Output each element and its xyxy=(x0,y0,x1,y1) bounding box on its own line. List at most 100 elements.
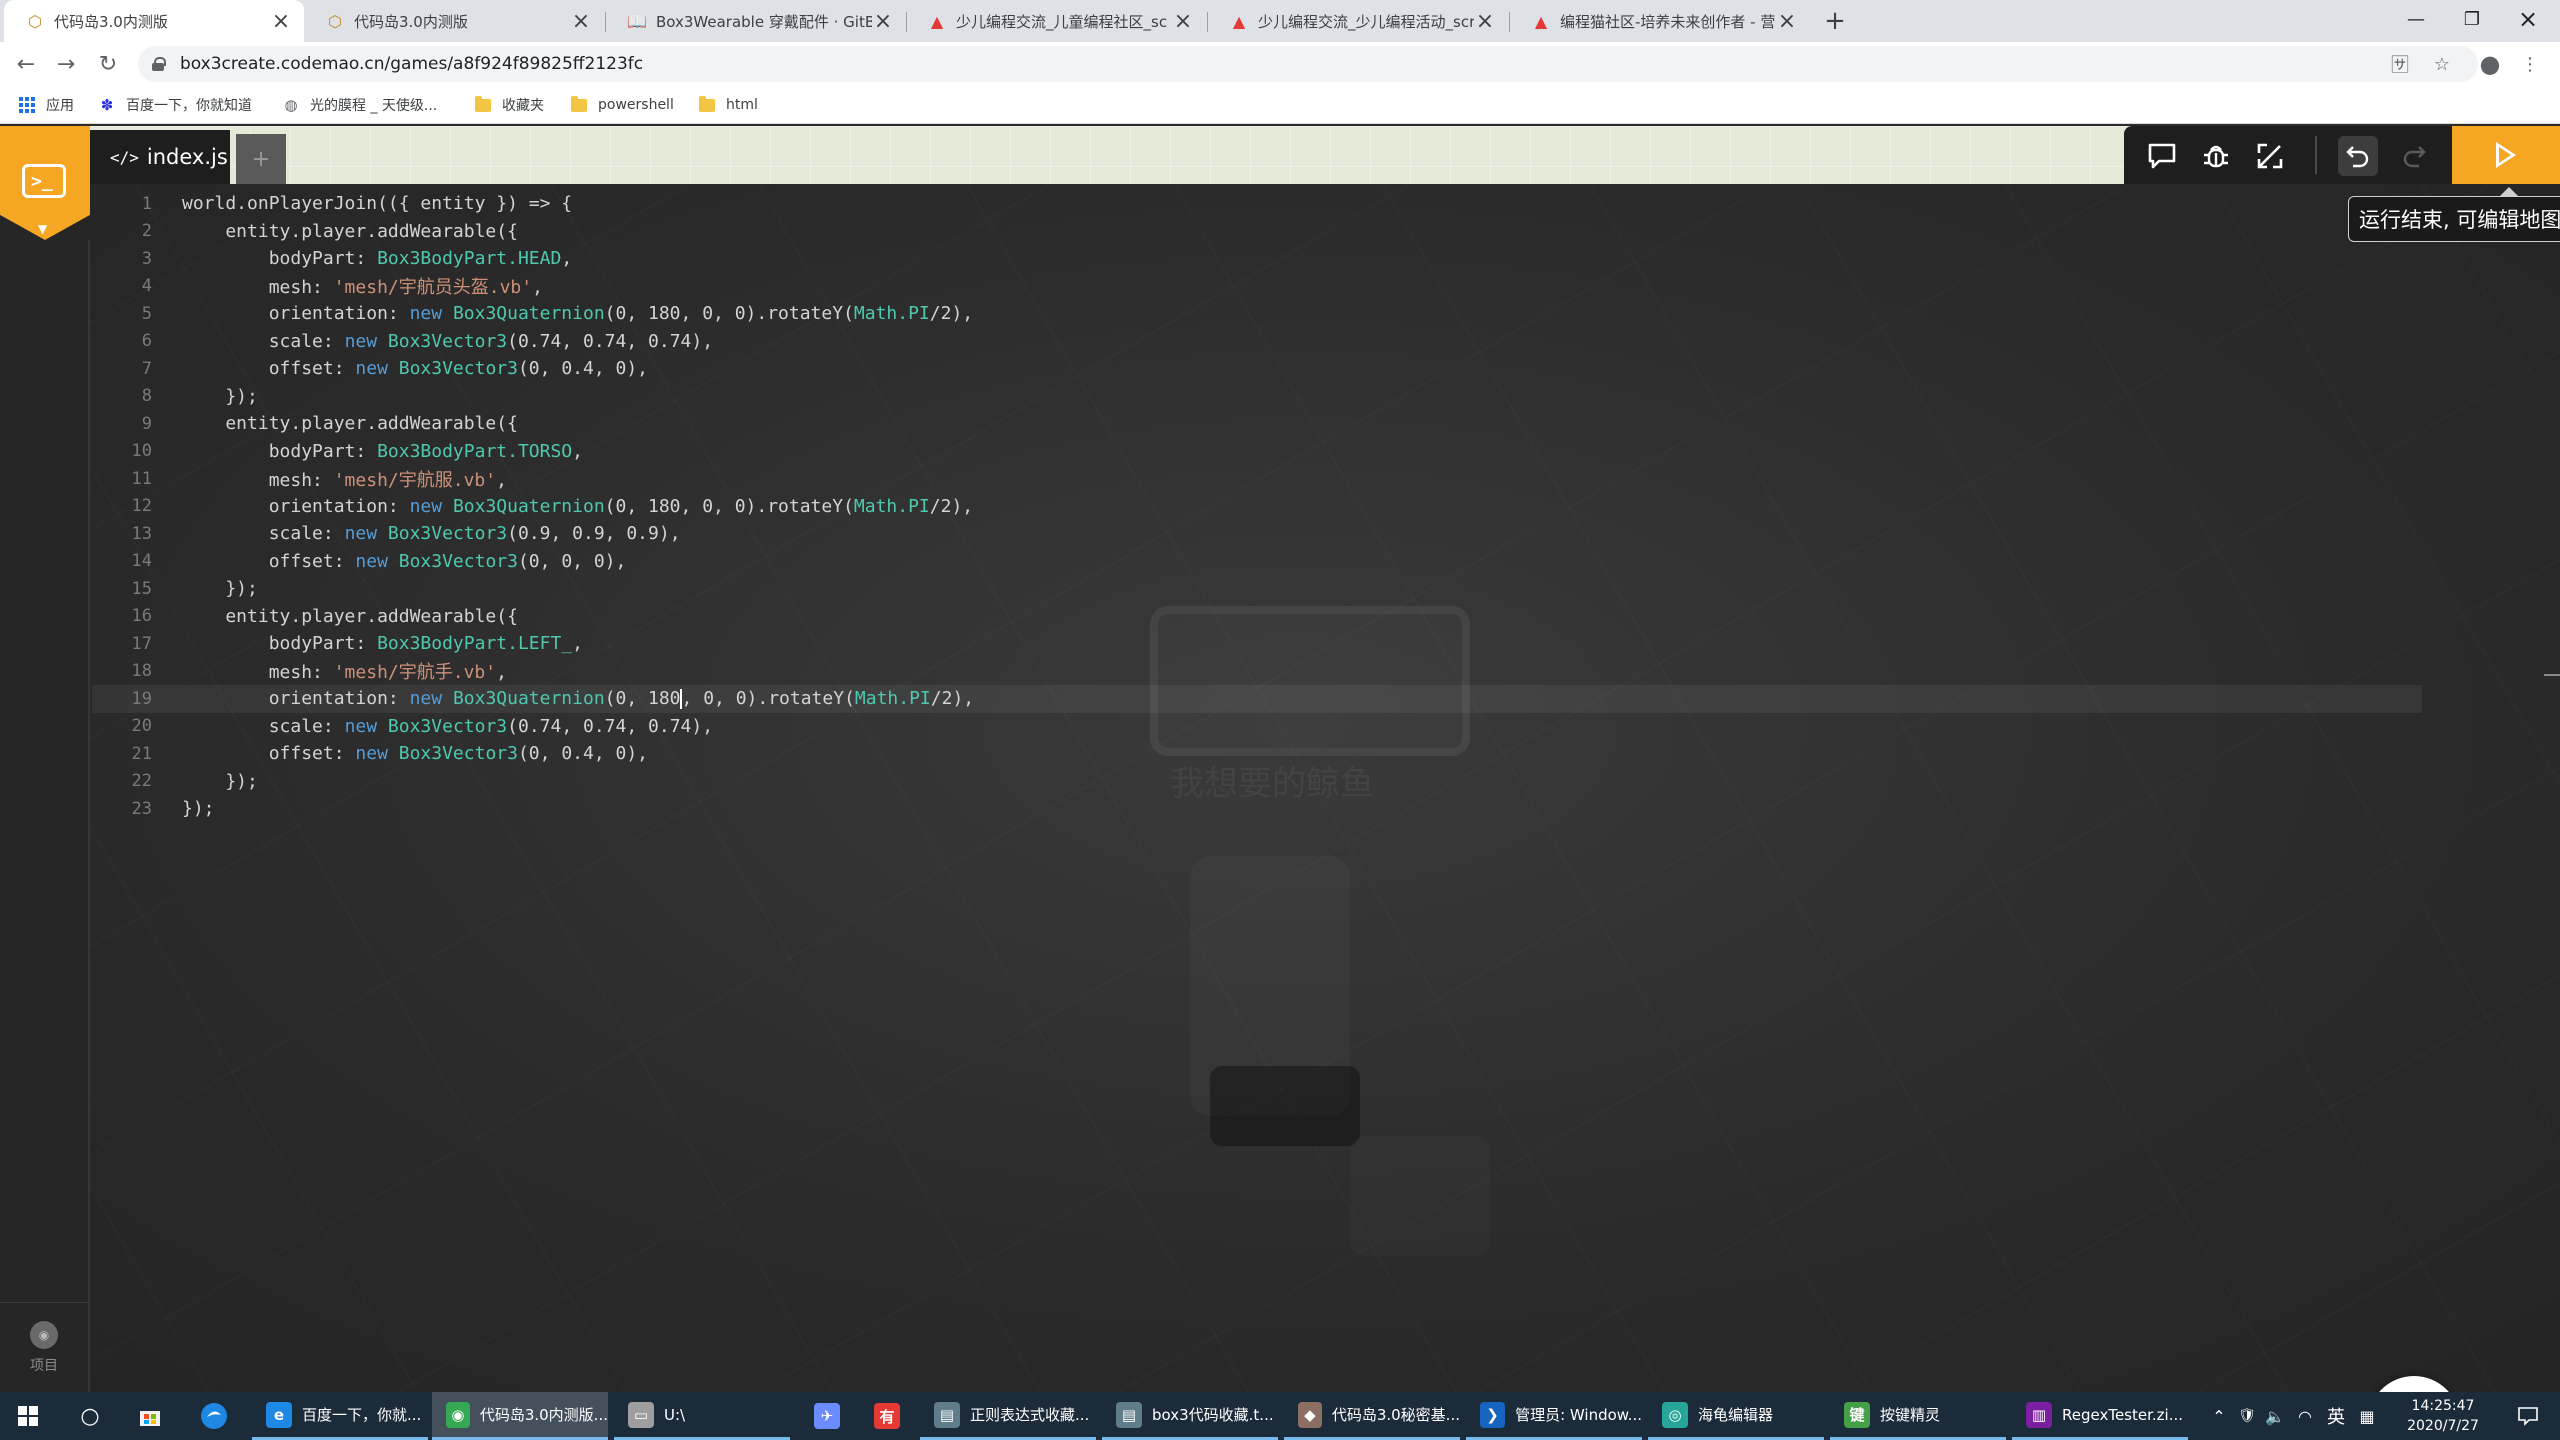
code-text[interactable]: orientation: new Box3Quaternion(0, 180, … xyxy=(182,496,973,517)
taskbar-item[interactable]: ▤ box3代码收藏.t... xyxy=(1102,1392,1278,1440)
translate-icon[interactable]: 🈂 xyxy=(2386,50,2414,78)
code-text[interactable]: orientation: new Box3Quaternion(0, 180, … xyxy=(182,688,974,710)
taskbar-item[interactable]: 有 xyxy=(860,1392,912,1440)
taskbar-item[interactable]: ◉ 代码岛3.0内测版... xyxy=(432,1392,608,1440)
project-button[interactable]: ◉ 项目 xyxy=(0,1302,88,1392)
code-text[interactable]: }); xyxy=(182,798,215,819)
code-line[interactable]: 20 scale: new Box3Vector3(0.74, 0.74, 0.… xyxy=(92,713,2422,741)
code-text[interactable]: offset: new Box3Vector3(0, 0, 0), xyxy=(182,551,627,572)
taskbar-item[interactable]: ✈ xyxy=(800,1392,852,1440)
browser-tab-2[interactable]: ⬡ 代码岛3.0内测版 × xyxy=(304,0,604,42)
code-line[interactable]: 22 }); xyxy=(92,768,2422,796)
address-bar[interactable]: box3create.codemao.cn/games/a8f924f89825… xyxy=(138,46,2478,82)
lock-icon[interactable] xyxy=(152,57,166,71)
menu-kebab-icon[interactable]: ⋮ xyxy=(2516,50,2544,78)
code-text[interactable]: bodyPart: Box3BodyPart.LEFT_, xyxy=(182,633,583,654)
code-text[interactable]: }); xyxy=(182,771,258,792)
add-file-tab-button[interactable]: + xyxy=(236,134,286,184)
sogou-input-icon[interactable] xyxy=(190,1392,238,1440)
debug-bug-icon[interactable] xyxy=(2196,136,2236,176)
code-text[interactable]: entity.player.addWearable({ xyxy=(182,221,518,242)
forward-arrow-icon[interactable]: → xyxy=(50,48,82,80)
code-line[interactable]: 14 offset: new Box3Vector3(0, 0, 0), xyxy=(92,548,2422,576)
bookmark-baidu[interactable]: ✽ 百度一下，你就知道 xyxy=(98,94,252,116)
browser-tab-4[interactable]: ▲ 少儿编程交流_儿童编程社区_sc × xyxy=(906,0,1206,42)
code-text[interactable]: scale: new Box3Vector3(0.74, 0.74, 0.74)… xyxy=(182,716,713,737)
code-line[interactable]: 18 mesh: 'mesh/宇航手.vb', xyxy=(92,658,2422,686)
ime-language[interactable]: 英 xyxy=(2322,1392,2350,1440)
close-icon[interactable]: × xyxy=(1776,9,1798,34)
taskbar-item[interactable]: ▤ 正则表达式收藏... xyxy=(920,1392,1096,1440)
chevron-down-icon[interactable]: ▼ xyxy=(38,222,47,236)
code-line[interactable]: 15 }); xyxy=(92,575,2422,603)
notification-center-icon[interactable] xyxy=(2504,1392,2552,1440)
store-icon[interactable] xyxy=(126,1392,174,1440)
code-line[interactable]: 3 bodyPart: Box3BodyPart.HEAD, xyxy=(92,245,2422,273)
taskbar-item[interactable]: ◎ 海龟编辑器 xyxy=(1648,1392,1824,1440)
code-text[interactable]: offset: new Box3Vector3(0, 0.4, 0), xyxy=(182,358,648,379)
cortana-search-icon[interactable]: ○ xyxy=(66,1392,114,1440)
redo-icon[interactable] xyxy=(2394,136,2434,176)
code-line[interactable]: 12 orientation: new Box3Quaternion(0, 18… xyxy=(92,493,2422,521)
bookmark-folder-favorites[interactable]: 收藏夹 xyxy=(474,94,544,116)
terminal-icon[interactable]: >_ xyxy=(22,164,66,198)
code-line[interactable]: 8 }); xyxy=(92,383,2422,411)
tray-chevron-up-icon[interactable]: ⌃ xyxy=(2206,1392,2232,1440)
code-line[interactable]: 17 bodyPart: Box3BodyPart.LEFT_, xyxy=(92,630,2422,658)
code-text[interactable]: mesh: 'mesh/宇航服.vb', xyxy=(182,466,507,492)
ime-mode-icon[interactable]: ▦ xyxy=(2352,1392,2382,1440)
code-text[interactable]: bodyPart: Box3BodyPart.HEAD, xyxy=(182,248,572,269)
bookmark-folder-powershell[interactable]: powershell xyxy=(570,94,674,116)
code-line[interactable]: 7 offset: new Box3Vector3(0, 0.4, 0), xyxy=(92,355,2422,383)
fullscreen-expand-icon[interactable] xyxy=(2250,136,2290,176)
bookmark-globe[interactable]: ◍ 光的膜程 _ 天使级... xyxy=(282,94,437,116)
close-icon[interactable]: × xyxy=(1172,9,1194,34)
code-line[interactable]: 10 bodyPart: Box3BodyPart.TORSO, xyxy=(92,438,2422,466)
bookmark-apps[interactable]: 应用 xyxy=(18,94,74,116)
code-editor[interactable]: 1 world.onPlayerJoin(({ entity }) => {2 e… xyxy=(92,184,2422,944)
back-arrow-icon[interactable]: ← xyxy=(10,48,42,80)
close-window-icon[interactable]: × xyxy=(2500,0,2556,38)
scrollbar-marker[interactable] xyxy=(2544,674,2560,676)
close-icon[interactable]: × xyxy=(1474,9,1496,34)
code-text[interactable]: bodyPart: Box3BodyPart.TORSO, xyxy=(182,441,583,462)
code-line[interactable]: 5 orientation: new Box3Quaternion(0, 180… xyxy=(92,300,2422,328)
tray-antivirus-icon[interactable]: 🛡 xyxy=(2234,1392,2260,1440)
code-line[interactable]: 2 entity.player.addWearable({ xyxy=(92,218,2422,246)
code-text[interactable]: entity.player.addWearable({ xyxy=(182,606,518,627)
taskbar-item[interactable]: ◆ 代码岛3.0秘密基... xyxy=(1284,1392,1460,1440)
browser-tab-6[interactable]: ▲ 编程猫社区-培养未来创作者 - 营 × xyxy=(1510,0,1810,42)
code-text[interactable]: scale: new Box3Vector3(0.74, 0.74, 0.74)… xyxy=(182,331,713,352)
code-text[interactable]: }); xyxy=(182,386,258,407)
restore-window-icon[interactable]: ❐ xyxy=(2444,0,2500,38)
code-text[interactable]: entity.player.addWearable({ xyxy=(182,413,518,434)
code-line[interactable]: 19 orientation: new Box3Quaternion(0, 18… xyxy=(92,685,2422,713)
taskbar-item[interactable]: ▥ RegexTester.zi... xyxy=(2012,1392,2188,1440)
browser-tab-3[interactable]: 📖 Box3Wearable 穿戴配件 · GitBo × xyxy=(606,0,906,42)
code-line[interactable]: 16 entity.player.addWearable({ xyxy=(92,603,2422,631)
close-icon[interactable]: × xyxy=(570,9,592,34)
code-text[interactable]: }); xyxy=(182,578,258,599)
taskbar-item[interactable]: 键按键精灵 xyxy=(1830,1392,2006,1440)
new-tab-button[interactable]: + xyxy=(1820,6,1850,36)
code-line[interactable]: 9 entity.player.addWearable({ xyxy=(92,410,2422,438)
code-text[interactable]: mesh: 'mesh/宇航手.vb', xyxy=(182,658,507,684)
taskbar-item[interactable]: ▭ U:\ xyxy=(614,1392,790,1440)
close-icon[interactable]: × xyxy=(872,9,894,34)
code-line[interactable]: 4 mesh: 'mesh/宇航员头盔.vb', xyxy=(92,273,2422,301)
taskbar-item[interactable]: e 百度一下，你就... xyxy=(252,1392,428,1440)
bookmark-folder-html[interactable]: html xyxy=(698,94,758,116)
browser-tab-1[interactable]: ⬡ 代码岛3.0内测版 × xyxy=(4,0,304,42)
wifi-icon[interactable]: ◠ xyxy=(2292,1392,2318,1440)
code-text[interactable]: world.onPlayerJoin(({ entity }) => { xyxy=(182,193,572,214)
run-button[interactable] xyxy=(2452,126,2560,184)
code-line[interactable]: 6 scale: new Box3Vector3(0.74, 0.74, 0.7… xyxy=(92,328,2422,356)
code-line[interactable]: 13 scale: new Box3Vector3(0.9, 0.9, 0.9)… xyxy=(92,520,2422,548)
code-text[interactable]: offset: new Box3Vector3(0, 0.4, 0), xyxy=(182,743,648,764)
reload-icon[interactable]: ↻ xyxy=(92,48,124,80)
code-text[interactable]: orientation: new Box3Quaternion(0, 180, … xyxy=(182,303,973,324)
windows-start-icon[interactable] xyxy=(0,1392,56,1440)
code-line[interactable]: 11 mesh: 'mesh/宇航服.vb', xyxy=(92,465,2422,493)
minimize-window-icon[interactable]: — xyxy=(2388,0,2444,38)
code-text[interactable]: mesh: 'mesh/宇航员头盔.vb', xyxy=(182,273,543,299)
